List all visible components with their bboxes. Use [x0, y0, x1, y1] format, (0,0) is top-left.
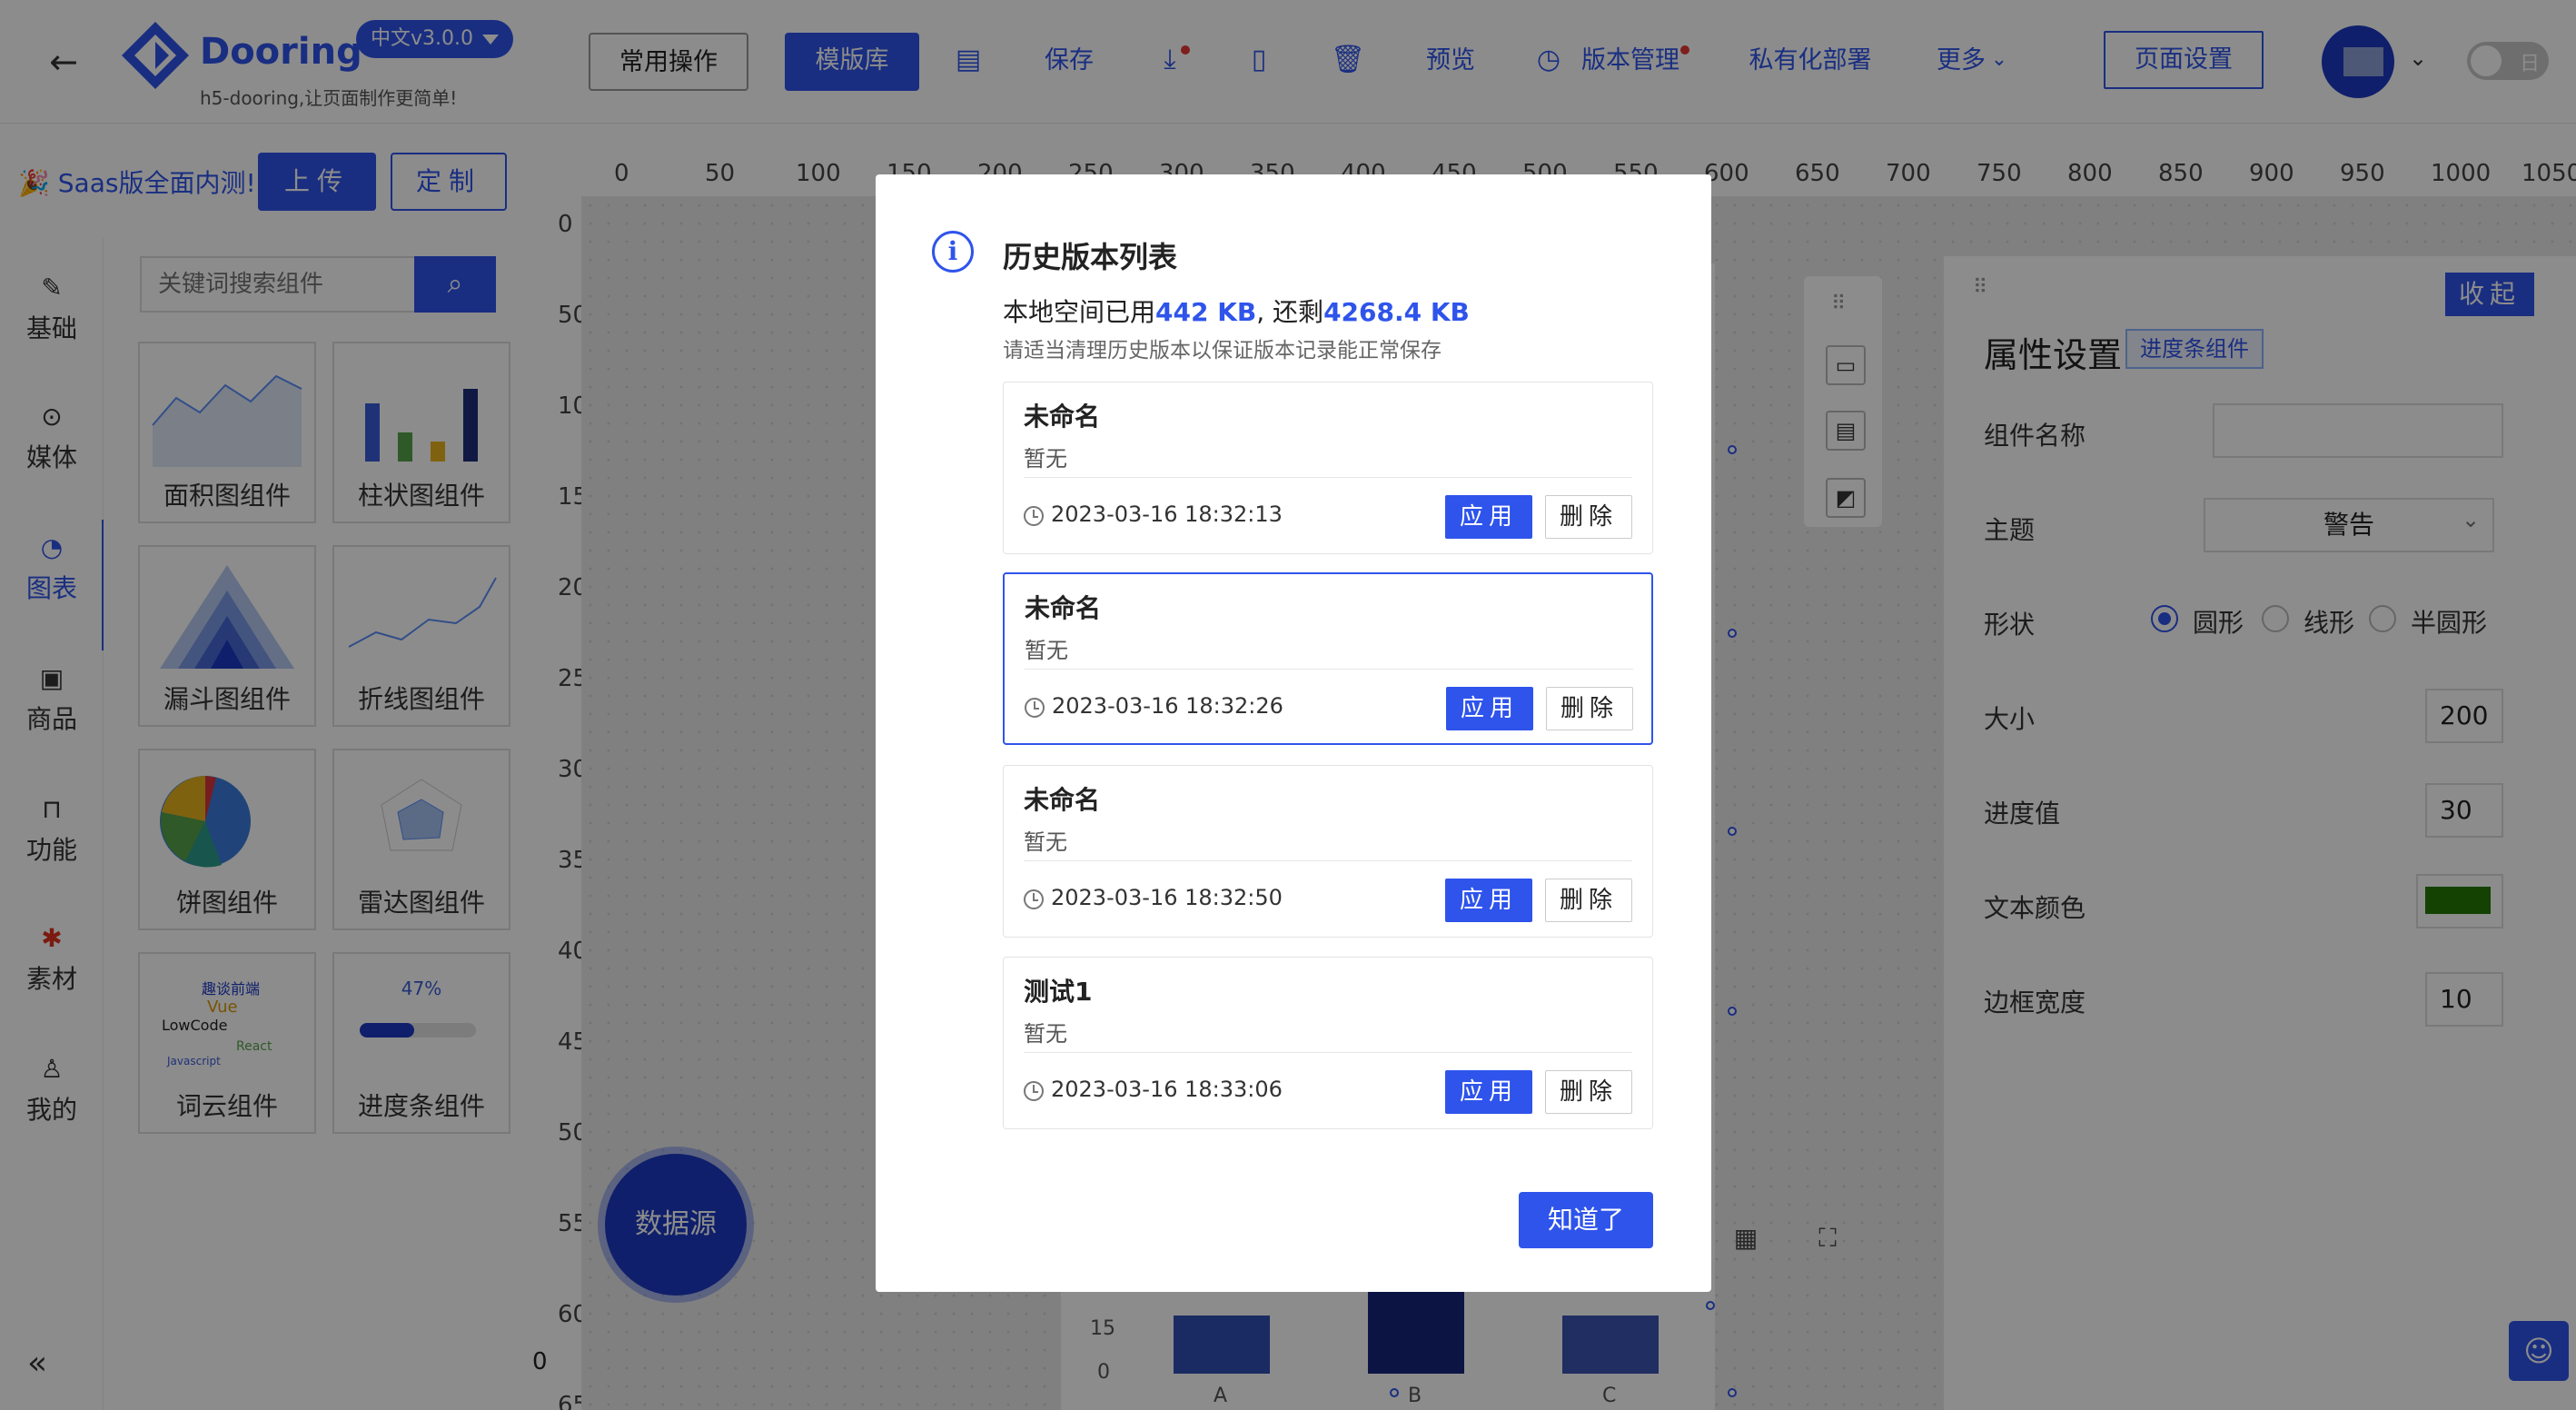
apply-button[interactable]: 应用 [1445, 879, 1532, 922]
divider [1024, 860, 1632, 861]
divider [1025, 669, 1633, 670]
divider [1024, 1052, 1632, 1053]
apply-button[interactable]: 应用 [1446, 687, 1533, 730]
apply-button[interactable]: 应用 [1445, 1070, 1532, 1114]
delete-button[interactable]: 删除 [1545, 879, 1632, 922]
apply-button[interactable]: 应用 [1445, 495, 1532, 539]
clock-icon [1024, 1081, 1044, 1101]
info-icon: i [932, 231, 974, 273]
clock-icon [1024, 506, 1044, 526]
version-name: 测试1 [1024, 977, 1093, 1007]
version-card[interactable]: 未命名 暂无 2023-03-16 18:32:13 应用 删除 [1003, 382, 1653, 554]
version-time: 2023-03-16 18:32:26 [1052, 693, 1283, 719]
divider [1024, 477, 1632, 478]
version-desc: 暂无 [1024, 1021, 1067, 1047]
delete-button[interactable]: 删除 [1545, 1070, 1632, 1114]
version-desc: 暂无 [1024, 829, 1067, 855]
version-name: 未命名 [1025, 593, 1102, 623]
version-time: 2023-03-16 18:32:50 [1051, 885, 1283, 910]
cleanup-hint: 请适当清理历史版本以保证版本记录能正常保存 [1003, 339, 1442, 362]
version-time: 2023-03-16 18:32:13 [1051, 501, 1283, 527]
version-name: 未命名 [1024, 785, 1101, 815]
delete-button[interactable]: 删除 [1546, 687, 1633, 730]
version-name: 未命名 [1024, 402, 1101, 432]
version-card[interactable]: 未命名 暂无 2023-03-16 18:32:26 应用 删除 [1003, 572, 1653, 745]
clock-icon [1024, 889, 1044, 909]
version-time: 2023-03-16 18:33:06 [1051, 1077, 1283, 1102]
modal-title: 历史版本列表 [1003, 240, 1178, 274]
version-card[interactable]: 测试1 暂无 2023-03-16 18:33:06 应用 删除 [1003, 957, 1653, 1129]
usage-mid: , 还剩 [1256, 297, 1324, 327]
version-card[interactable]: 未命名 暂无 2023-03-16 18:32:50 应用 删除 [1003, 765, 1653, 938]
usage-prefix: 本地空间已用 [1003, 297, 1156, 327]
delete-button[interactable]: 删除 [1545, 495, 1632, 539]
storage-usage: 本地空间已用442 KB, 还剩4268.4 KB [1003, 293, 1470, 329]
clock-icon [1025, 698, 1045, 718]
ok-button[interactable]: 知道了 [1519, 1192, 1653, 1248]
used-space: 442 KB [1155, 297, 1257, 327]
version-desc: 暂无 [1024, 446, 1067, 472]
version-desc: 暂无 [1025, 638, 1068, 663]
remaining-space: 4268.4 KB [1323, 297, 1470, 327]
